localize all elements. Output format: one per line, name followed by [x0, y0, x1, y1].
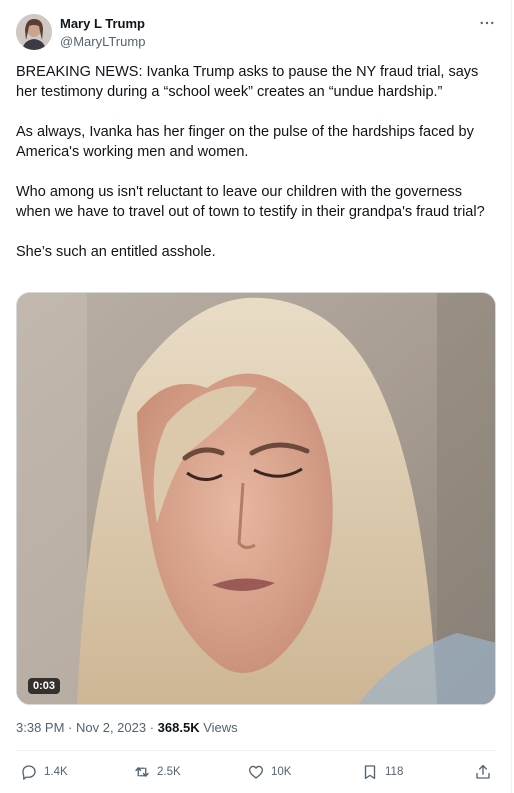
bookmark-button[interactable]: 118 [361, 760, 403, 784]
action-bar: 1.4K 2.5K 10K 118 [16, 760, 496, 784]
tweet-meta: 3:38 PM · Nov 2, 2023 · 368.5K Views [16, 720, 238, 735]
author-handle[interactable]: @MaryLTrump [60, 34, 145, 49]
tweet-paragraph: She’s such an entitled asshole. [16, 244, 216, 260]
tweet-date[interactable]: Nov 2, 2023 [76, 720, 146, 735]
tweet-time[interactable]: 3:38 PM [16, 720, 64, 735]
retweet-button[interactable]: 2.5K [133, 760, 181, 784]
bookmark-icon [364, 765, 376, 780]
tweet-paragraph: BREAKING NEWS: Ivanka Trump asks to paus… [16, 64, 479, 100]
avatar-image [16, 14, 52, 50]
avatar[interactable] [16, 14, 52, 50]
tweet-paragraph: Who among us isn't reluctant to leave ou… [16, 184, 485, 220]
heart-icon [248, 765, 264, 779]
meta-separator: · [146, 720, 158, 735]
like-button[interactable]: 10K [247, 760, 291, 784]
views-label: Views [199, 720, 238, 735]
reply-count: 1.4K [44, 766, 68, 778]
tweet-card: Mary L Trump @MaryLTrump BREAKING NEWS: … [0, 0, 512, 793]
views-count: 368.5K [157, 720, 200, 735]
meta-separator: · [64, 720, 76, 735]
tweet-header: Mary L Trump @MaryLTrump [16, 14, 498, 54]
reply-button[interactable]: 1.4K [20, 760, 68, 784]
retweet-count: 2.5K [157, 766, 181, 778]
bookmark-count: 118 [385, 766, 404, 778]
video-duration: 0:03 [28, 678, 61, 694]
more-dots-icon[interactable] [478, 14, 496, 36]
author-name[interactable]: Mary L Trump [60, 16, 145, 31]
reply-icon [22, 765, 36, 780]
divider [16, 750, 496, 751]
tweet-text: BREAKING NEWS: Ivanka Trump asks to paus… [16, 62, 496, 282]
retweet-icon [135, 767, 149, 777]
video-frame [17, 293, 495, 704]
share-icon [476, 764, 490, 779]
tweet-paragraph: As always, Ivanka has her finger on the … [16, 124, 474, 160]
share-button[interactable] [474, 760, 492, 784]
video-player[interactable]: 0:03 [16, 292, 496, 705]
like-count: 10K [271, 766, 292, 778]
